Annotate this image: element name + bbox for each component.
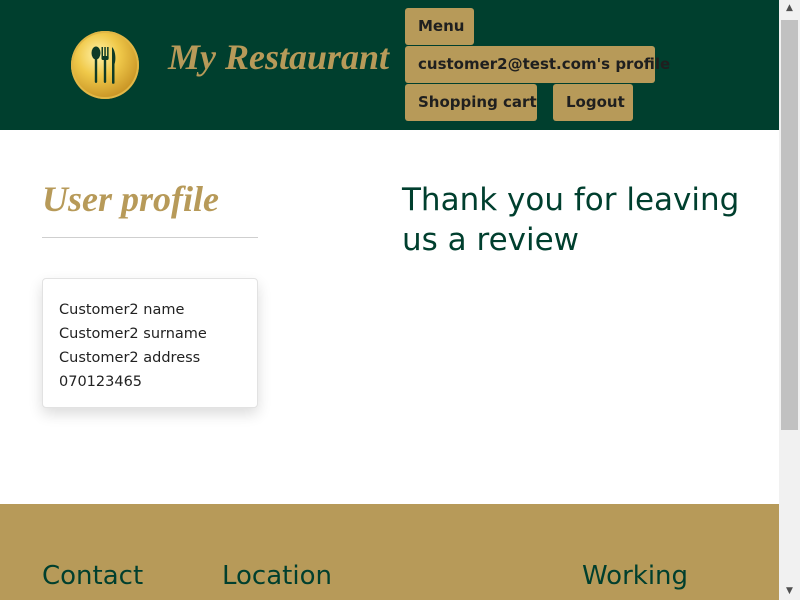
profile-address: Customer2 address <box>59 350 201 366</box>
heading-divider <box>42 237 258 238</box>
scroll-up-arrow-icon[interactable]: ▲ <box>779 0 800 17</box>
footer-location-heading: Location <box>222 561 332 591</box>
profile-surname: Customer2 surname <box>59 326 207 342</box>
user-profile-heading: User profile <box>42 179 219 219</box>
restaurant-logo[interactable] <box>71 31 139 99</box>
logout-button[interactable]: Logout <box>553 84 633 121</box>
footer-contact-heading: Contact <box>42 561 144 591</box>
footer-working-hours-heading: Working hours <box>582 561 689 600</box>
fork-spoon-knife-icon <box>91 46 116 84</box>
scroll-thumb[interactable] <box>781 20 798 430</box>
profile-button[interactable]: customer2@test.com's profile <box>405 46 670 83</box>
scroll-down-arrow-icon[interactable]: ▼ <box>779 583 800 600</box>
site-footer: Contact Location Working hours <box>0 504 779 600</box>
page: My Restaurant Menu customer2@test.com's … <box>0 0 779 600</box>
review-thanks-message: Thank you for leaving us a review <box>402 182 740 258</box>
profile-phone: 070123465 <box>59 374 143 390</box>
site-header: My Restaurant Menu customer2@test.com's … <box>0 0 779 130</box>
menu-button[interactable]: Menu <box>405 8 474 45</box>
brand-title[interactable]: My Restaurant <box>168 36 389 78</box>
vertical-scrollbar[interactable]: ▲ ▼ <box>779 0 800 600</box>
profile-card: Customer2 name Customer2 surname Custome… <box>42 278 258 408</box>
profile-name: Customer2 name <box>59 302 185 318</box>
shopping-cart-button[interactable]: Shopping cart <box>405 84 537 121</box>
